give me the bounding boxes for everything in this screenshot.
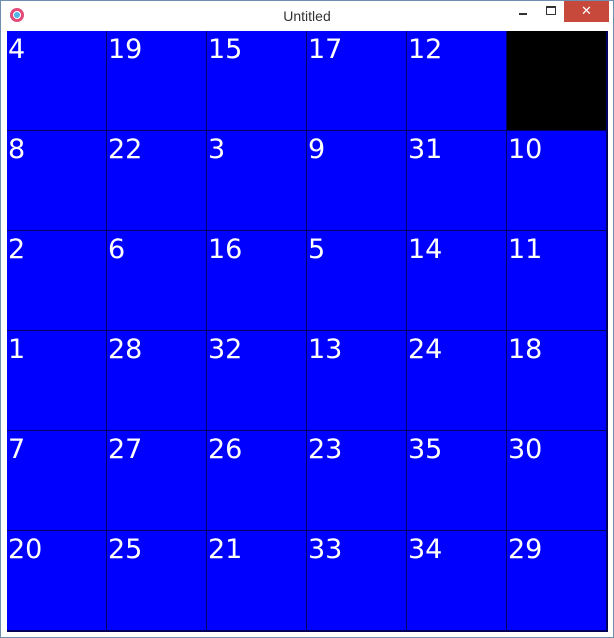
puzzle-tile[interactable]: 31 <box>407 131 507 231</box>
puzzle-tile[interactable]: 14 <box>407 231 507 331</box>
puzzle-tile[interactable]: 30 <box>507 431 607 531</box>
puzzle-tile[interactable]: 32 <box>207 331 307 431</box>
puzzle-board: 4 19 15 17 12 8 22 3 9 31 10 2 6 16 5 14 11 1 28 32 13 24 18 7 2… <box>7 31 608 632</box>
minimize-icon <box>519 12 527 15</box>
puzzle-tile[interactable]: 19 <box>107 31 207 131</box>
puzzle-tile[interactable]: 15 <box>207 31 307 131</box>
puzzle-tile[interactable]: 6 <box>107 231 207 331</box>
puzzle-tile[interactable]: 21 <box>207 531 307 631</box>
puzzle-tile[interactable]: 24 <box>407 331 507 431</box>
puzzle-tile[interactable]: 7 <box>7 431 107 531</box>
puzzle-tile[interactable]: 16 <box>207 231 307 331</box>
puzzle-tile[interactable]: 1 <box>7 331 107 431</box>
maximize-button[interactable] <box>538 1 564 22</box>
puzzle-tile[interactable]: 23 <box>307 431 407 531</box>
puzzle-tile[interactable]: 2 <box>7 231 107 331</box>
puzzle-tile[interactable]: 3 <box>207 131 307 231</box>
minimize-button[interactable] <box>510 1 536 22</box>
close-icon: ✕ <box>581 4 592 19</box>
puzzle-tile[interactable]: 29 <box>507 531 607 631</box>
puzzle-tile[interactable]: 12 <box>407 31 507 131</box>
close-button[interactable]: ✕ <box>564 1 609 22</box>
puzzle-tile[interactable]: 35 <box>407 431 507 531</box>
puzzle-tile[interactable]: 10 <box>507 131 607 231</box>
puzzle-tile[interactable]: 13 <box>307 331 407 431</box>
puzzle-tile[interactable]: 4 <box>7 31 107 131</box>
puzzle-tile[interactable]: 8 <box>7 131 107 231</box>
puzzle-tile[interactable]: 26 <box>207 431 307 531</box>
empty-slot[interactable] <box>507 31 607 131</box>
puzzle-tile[interactable]: 5 <box>307 231 407 331</box>
puzzle-tile[interactable]: 20 <box>7 531 107 631</box>
app-window: Untitled ✕ 4 19 15 17 12 8 22 3 9 31 10 2 6 16 5 14 11 1 2… <box>0 0 614 638</box>
puzzle-tile[interactable]: 18 <box>507 331 607 431</box>
app-icon[interactable] <box>10 8 24 22</box>
puzzle-tile[interactable]: 25 <box>107 531 207 631</box>
puzzle-tile[interactable]: 22 <box>107 131 207 231</box>
puzzle-tile[interactable]: 33 <box>307 531 407 631</box>
maximize-icon <box>546 6 556 15</box>
puzzle-tile[interactable]: 17 <box>307 31 407 131</box>
puzzle-tile[interactable]: 28 <box>107 331 207 431</box>
puzzle-tile[interactable]: 11 <box>507 231 607 331</box>
puzzle-tile[interactable]: 9 <box>307 131 407 231</box>
puzzle-tile[interactable]: 34 <box>407 531 507 631</box>
title-bar[interactable]: Untitled ✕ <box>1 1 613 31</box>
puzzle-tile[interactable]: 27 <box>107 431 207 531</box>
